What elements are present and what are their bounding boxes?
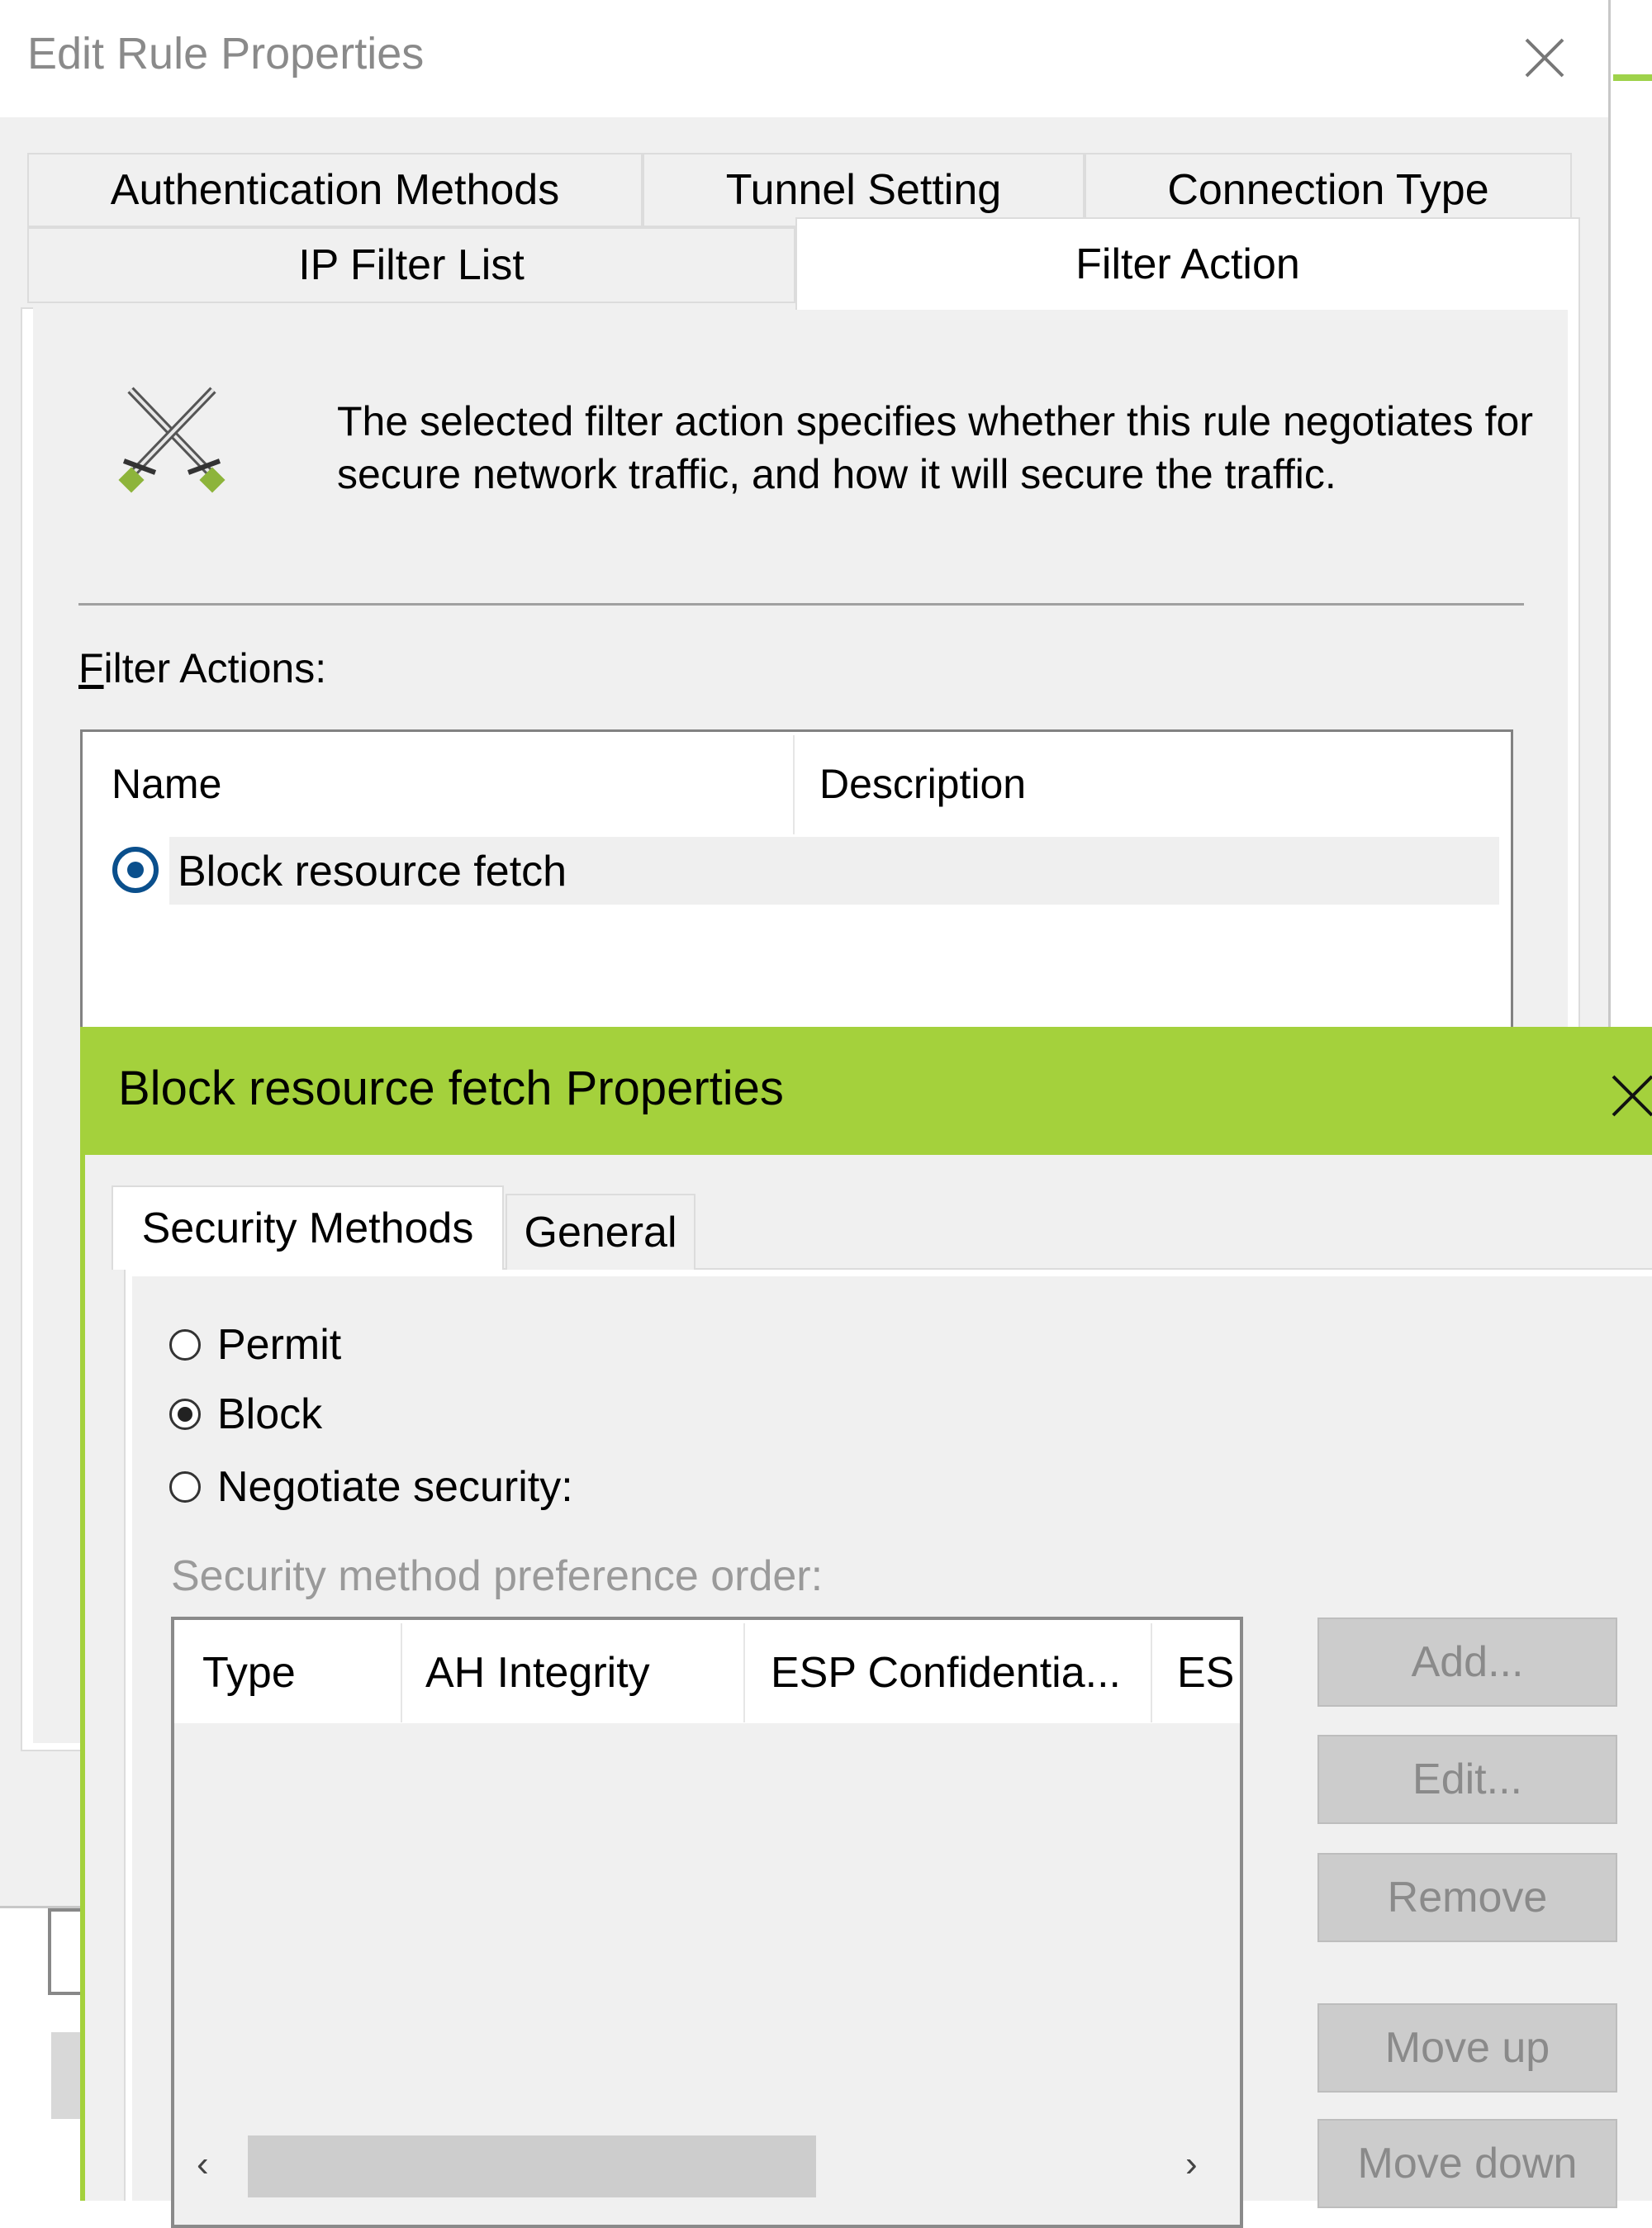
column-separator[interactable] [793, 735, 795, 834]
radio-selected-icon[interactable] [110, 844, 161, 895]
preference-order-label: Security method preference order: [171, 1552, 824, 1600]
scroll-right-icon: › [1185, 2144, 1198, 2184]
radio-circle-icon[interactable] [169, 1329, 201, 1361]
column-header-name[interactable]: Name [112, 760, 221, 808]
tab-general[interactable]: General [506, 1194, 695, 1270]
scroll-left-icon: ‹ [197, 2144, 209, 2184]
permit-label: Permit [217, 1321, 342, 1369]
edit-button: Edit... [1317, 1735, 1617, 1824]
close-icon[interactable] [1512, 25, 1578, 91]
tab-tunnel-setting[interactable]: Tunnel Setting [643, 153, 1085, 227]
radio-checked-icon[interactable] [169, 1399, 201, 1430]
permit-radio[interactable]: Permit [169, 1320, 341, 1370]
outer-dialog-title: Edit Rule Properties [27, 29, 425, 78]
column-separator [743, 1623, 745, 1722]
filter-actions-label: Filter Actions: [78, 644, 326, 692]
add-button: Add... [1317, 1618, 1617, 1707]
move-up-button: Move up [1317, 2003, 1617, 2093]
list-item-name: Block resource fetch [178, 848, 567, 895]
column-header-esp-confidentiality: ESP Confidentia... [771, 1649, 1121, 1697]
separator [78, 603, 1524, 606]
block-radio[interactable]: Block [169, 1390, 322, 1439]
radio-circle-icon[interactable] [169, 1471, 201, 1503]
tab-ip-filter-list[interactable]: IP Filter List [27, 227, 795, 303]
negotiate-security-label: Negotiate security: [217, 1463, 573, 1511]
column-separator [401, 1623, 402, 1722]
filter-actions-hotkey: F [78, 645, 104, 691]
column-header-description[interactable]: Description [819, 760, 1026, 808]
tab-authentication-methods[interactable]: Authentication Methods [27, 153, 643, 227]
tab-filter-action[interactable]: Filter Action [795, 217, 1580, 310]
column-header-clip: ES [1151, 1620, 1240, 1723]
filter-actions-label-text: ilter Actions: [103, 645, 327, 691]
horizontal-scrollbar-thumb [248, 2135, 816, 2197]
inner-dialog-title: Block resource fetch Properties [118, 1062, 784, 1115]
block-label: Block [217, 1390, 323, 1438]
crossed-swords-icon [118, 387, 225, 493]
column-header-ah-integrity: AH Integrity [425, 1649, 650, 1697]
tab-connection-type[interactable]: Connection Type [1085, 153, 1572, 227]
move-down-button: Move down [1317, 2119, 1617, 2208]
remove-button: Remove [1317, 1853, 1617, 1942]
column-header-type: Type [202, 1649, 296, 1697]
tab-security-methods[interactable]: Security Methods [112, 1185, 504, 1270]
filter-action-description: The selected filter action specifies whe… [337, 398, 1533, 497]
negotiate-security-radio[interactable]: Negotiate security: [169, 1462, 573, 1512]
close-icon[interactable] [1607, 1064, 1652, 1122]
background-window-accent [1613, 74, 1652, 81]
column-header-esp-integrity: ES [1177, 1649, 1235, 1697]
